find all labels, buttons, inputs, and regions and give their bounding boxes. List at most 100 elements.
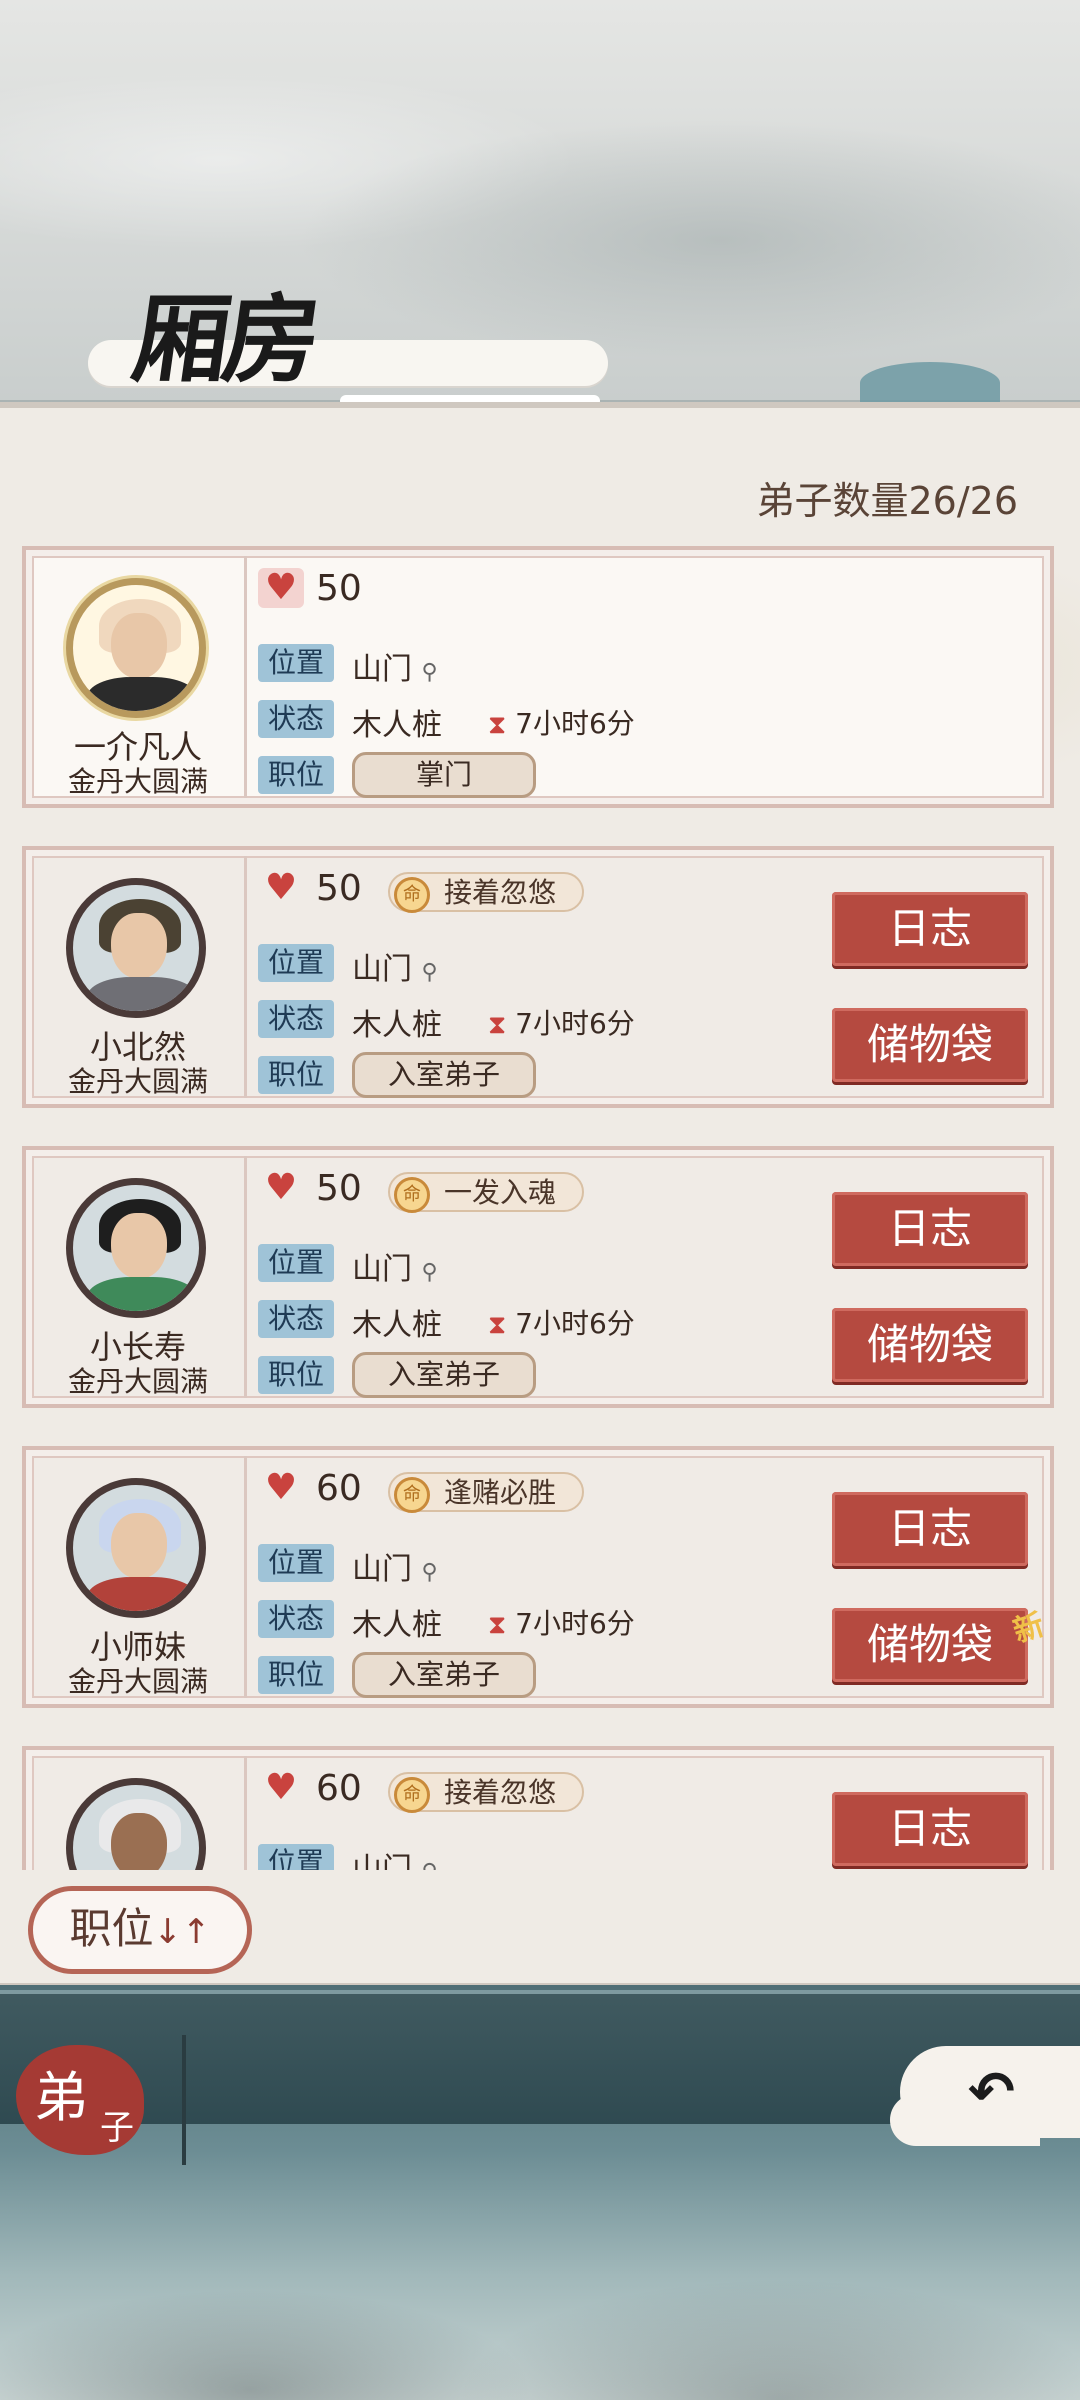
hp-value: 50 xyxy=(316,868,362,909)
storage-bag-button[interactable]: 储物袋 xyxy=(832,1308,1028,1382)
timer-text: 7小时6分 xyxy=(515,1007,635,1040)
mountain-mist xyxy=(0,2190,1080,2400)
disciple-card[interactable]: 小长寿 金丹大圆满 ♥ 50 命一发入魂 位置 山门 ⚲ 状态 木人桩 ⧗ 7小… xyxy=(22,1146,1054,1408)
disciple-card[interactable]: 小北然 金丹大圆满 ♥ 50 命接着忽悠 位置 山门 ⚲ 状态 木人桩 ⧗ 7小… xyxy=(22,846,1054,1108)
hourglass-icon: ⧗ xyxy=(488,710,507,740)
location-pin-icon: ⚲ xyxy=(421,1260,438,1285)
hourglass-icon: ⧗ xyxy=(488,1010,507,1040)
storage-bag-button[interactable]: 储物袋 新 xyxy=(832,1607,1049,1682)
disciple-list[interactable]: 一介凡人 金丹大圆满 ♥ 50 位置 山门 ⚲ 状态 木人桩 ⧗ 7小时6分 职… xyxy=(0,408,1080,1870)
log-button[interactable]: 日志 xyxy=(832,1492,1028,1566)
disciple-realm: 金丹大圆满 xyxy=(67,1065,208,1098)
avatar-face xyxy=(111,913,167,979)
avatar-cell: 小北然 金丹大圆满 xyxy=(32,856,247,1098)
location-pin-icon: ⚲ xyxy=(421,960,438,985)
status-value: 木人桩 xyxy=(352,1308,442,1343)
avatar-cell: 小长寿 金丹大圆满 xyxy=(32,1156,247,1398)
role-tag: 职位 xyxy=(258,756,334,794)
location-tag: 位置 xyxy=(258,1844,334,1870)
location-tag: 位置 xyxy=(258,644,334,682)
role-button[interactable]: 掌门 xyxy=(352,752,536,798)
status-tag: 状态 xyxy=(258,700,334,738)
back-arrow-icon: ↶ xyxy=(968,2060,1015,2125)
location-value: 山门 ⚲ xyxy=(352,944,438,988)
disciple-card[interactable]: 小师妹 金丹大圆满 ♥ 60 命逢赌必胜 位置 山门 ⚲ 状态 木人桩 ⧗ 7小… xyxy=(22,1446,1054,1708)
trait-badge[interactable]: 命逢赌必胜 xyxy=(388,1472,585,1513)
location-text: 山门 xyxy=(352,1852,412,1870)
log-button[interactable]: 日志 xyxy=(832,1192,1028,1266)
location-tag: 位置 xyxy=(258,944,334,982)
new-badge: 新 xyxy=(1009,1607,1049,1650)
avatar-face xyxy=(111,1813,167,1870)
location-text: 山门 xyxy=(352,652,412,687)
sort-by-role-button[interactable]: 职位↓↑ xyxy=(28,1886,252,1974)
trait-text: 接着忽悠 xyxy=(444,876,557,909)
location-value: 山门 ⚲ xyxy=(352,1844,438,1870)
location-tag: 位置 xyxy=(258,1244,334,1282)
avatar-body xyxy=(87,1277,197,1311)
status-tag: 状态 xyxy=(258,1600,334,1638)
trait-text: 一发入魂 xyxy=(444,1176,557,1209)
location-pin-icon: ⚲ xyxy=(421,1560,438,1585)
location-pin-icon: ⚲ xyxy=(422,1860,438,1870)
sort-label: 职位 xyxy=(69,1904,154,1953)
hp-value: 60 xyxy=(316,1768,362,1809)
disciple-card[interactable]: ♥ 60 命接着忽悠 位置 山门 ⚲ 日志 xyxy=(22,1746,1054,1870)
location-tag: 位置 xyxy=(258,1544,334,1582)
avatar[interactable] xyxy=(66,578,206,718)
trait-text: 逢赌必胜 xyxy=(444,1476,557,1509)
avatar[interactable] xyxy=(66,1778,206,1870)
status-tag: 状态 xyxy=(258,1000,334,1038)
fate-icon: 命 xyxy=(394,1777,430,1813)
location-text: 山门 xyxy=(352,1552,412,1587)
role-button[interactable]: 入室弟子 xyxy=(352,1052,536,1098)
status-tag: 状态 xyxy=(258,1300,334,1338)
trait-badge[interactable]: 命接着忽悠 xyxy=(388,872,585,913)
status-timer: ⧗ 7小时6分 xyxy=(488,1302,635,1342)
timer-text: 7小时6分 xyxy=(515,1307,635,1340)
avatar-face xyxy=(111,1513,167,1579)
avatar-body xyxy=(87,1577,197,1611)
storage-bag-button[interactable]: 储物袋 xyxy=(832,1008,1028,1082)
location-text: 山门 xyxy=(352,952,412,987)
disciples-tab-label-small: 子 xyxy=(100,2108,134,2148)
log-button[interactable]: 日志 xyxy=(832,892,1028,966)
hp-value: 50 xyxy=(316,568,362,609)
avatar[interactable] xyxy=(66,878,206,1018)
log-button[interactable]: 日志 xyxy=(832,1792,1028,1866)
heart-icon: ♥ xyxy=(264,867,298,908)
hp-value: 50 xyxy=(316,1168,362,1209)
disciple-realm: 金丹大圆满 xyxy=(67,765,208,798)
role-button[interactable]: 入室弟子 xyxy=(352,1652,536,1698)
role-tag: 职位 xyxy=(258,1056,334,1094)
status-timer: ⧗ 7小时6分 xyxy=(488,702,635,742)
fate-icon: 命 xyxy=(394,1477,430,1513)
heart-icon: ♥ xyxy=(258,568,304,608)
status-timer: ⧗ 7小时6分 xyxy=(488,1602,635,1642)
avatar[interactable] xyxy=(66,1178,206,1318)
avatar-face xyxy=(111,1213,167,1279)
role-button[interactable]: 入室弟子 xyxy=(352,1352,536,1398)
disciple-realm: 金丹大圆满 xyxy=(67,1665,208,1698)
trait-badge[interactable]: 命接着忽悠 xyxy=(388,1772,585,1813)
avatar-cell xyxy=(32,1756,247,1870)
hourglass-icon: ⧗ xyxy=(488,1610,507,1640)
trait-badge[interactable]: 命一发入魂 xyxy=(388,1172,585,1213)
status-timer: ⧗ 7小时6分 xyxy=(488,1002,635,1042)
avatar-cell: 小师妹 金丹大圆满 xyxy=(32,1456,247,1698)
status-value: 木人桩 xyxy=(352,1608,442,1643)
location-value: 山门 ⚲ xyxy=(352,1244,438,1288)
heart-icon: ♥ xyxy=(264,1467,298,1508)
avatar[interactable] xyxy=(66,1478,206,1618)
heart-icon: ♥ xyxy=(264,1167,298,1208)
sort-arrows-icon: ↓↑ xyxy=(153,1912,211,1952)
timer-text: 7小时6分 xyxy=(515,707,635,740)
role-tag: 职位 xyxy=(258,1656,334,1694)
avatar-body xyxy=(87,977,197,1011)
cloud-decoration xyxy=(860,362,1000,404)
disciples-tab-label: 弟 xyxy=(34,2066,88,2129)
timer-text: 7小时6分 xyxy=(515,1607,635,1640)
avatar-cell: 一介凡人 金丹大圆满 xyxy=(32,556,247,798)
disciple-panel: 弟子数量26/26 一介凡人 金丹大圆满 ♥ 50 位置 山门 ⚲ 状态 木人桩… xyxy=(0,402,1080,1989)
disciple-card[interactable]: 一介凡人 金丹大圆满 ♥ 50 位置 山门 ⚲ 状态 木人桩 ⧗ 7小时6分 职… xyxy=(22,546,1054,808)
